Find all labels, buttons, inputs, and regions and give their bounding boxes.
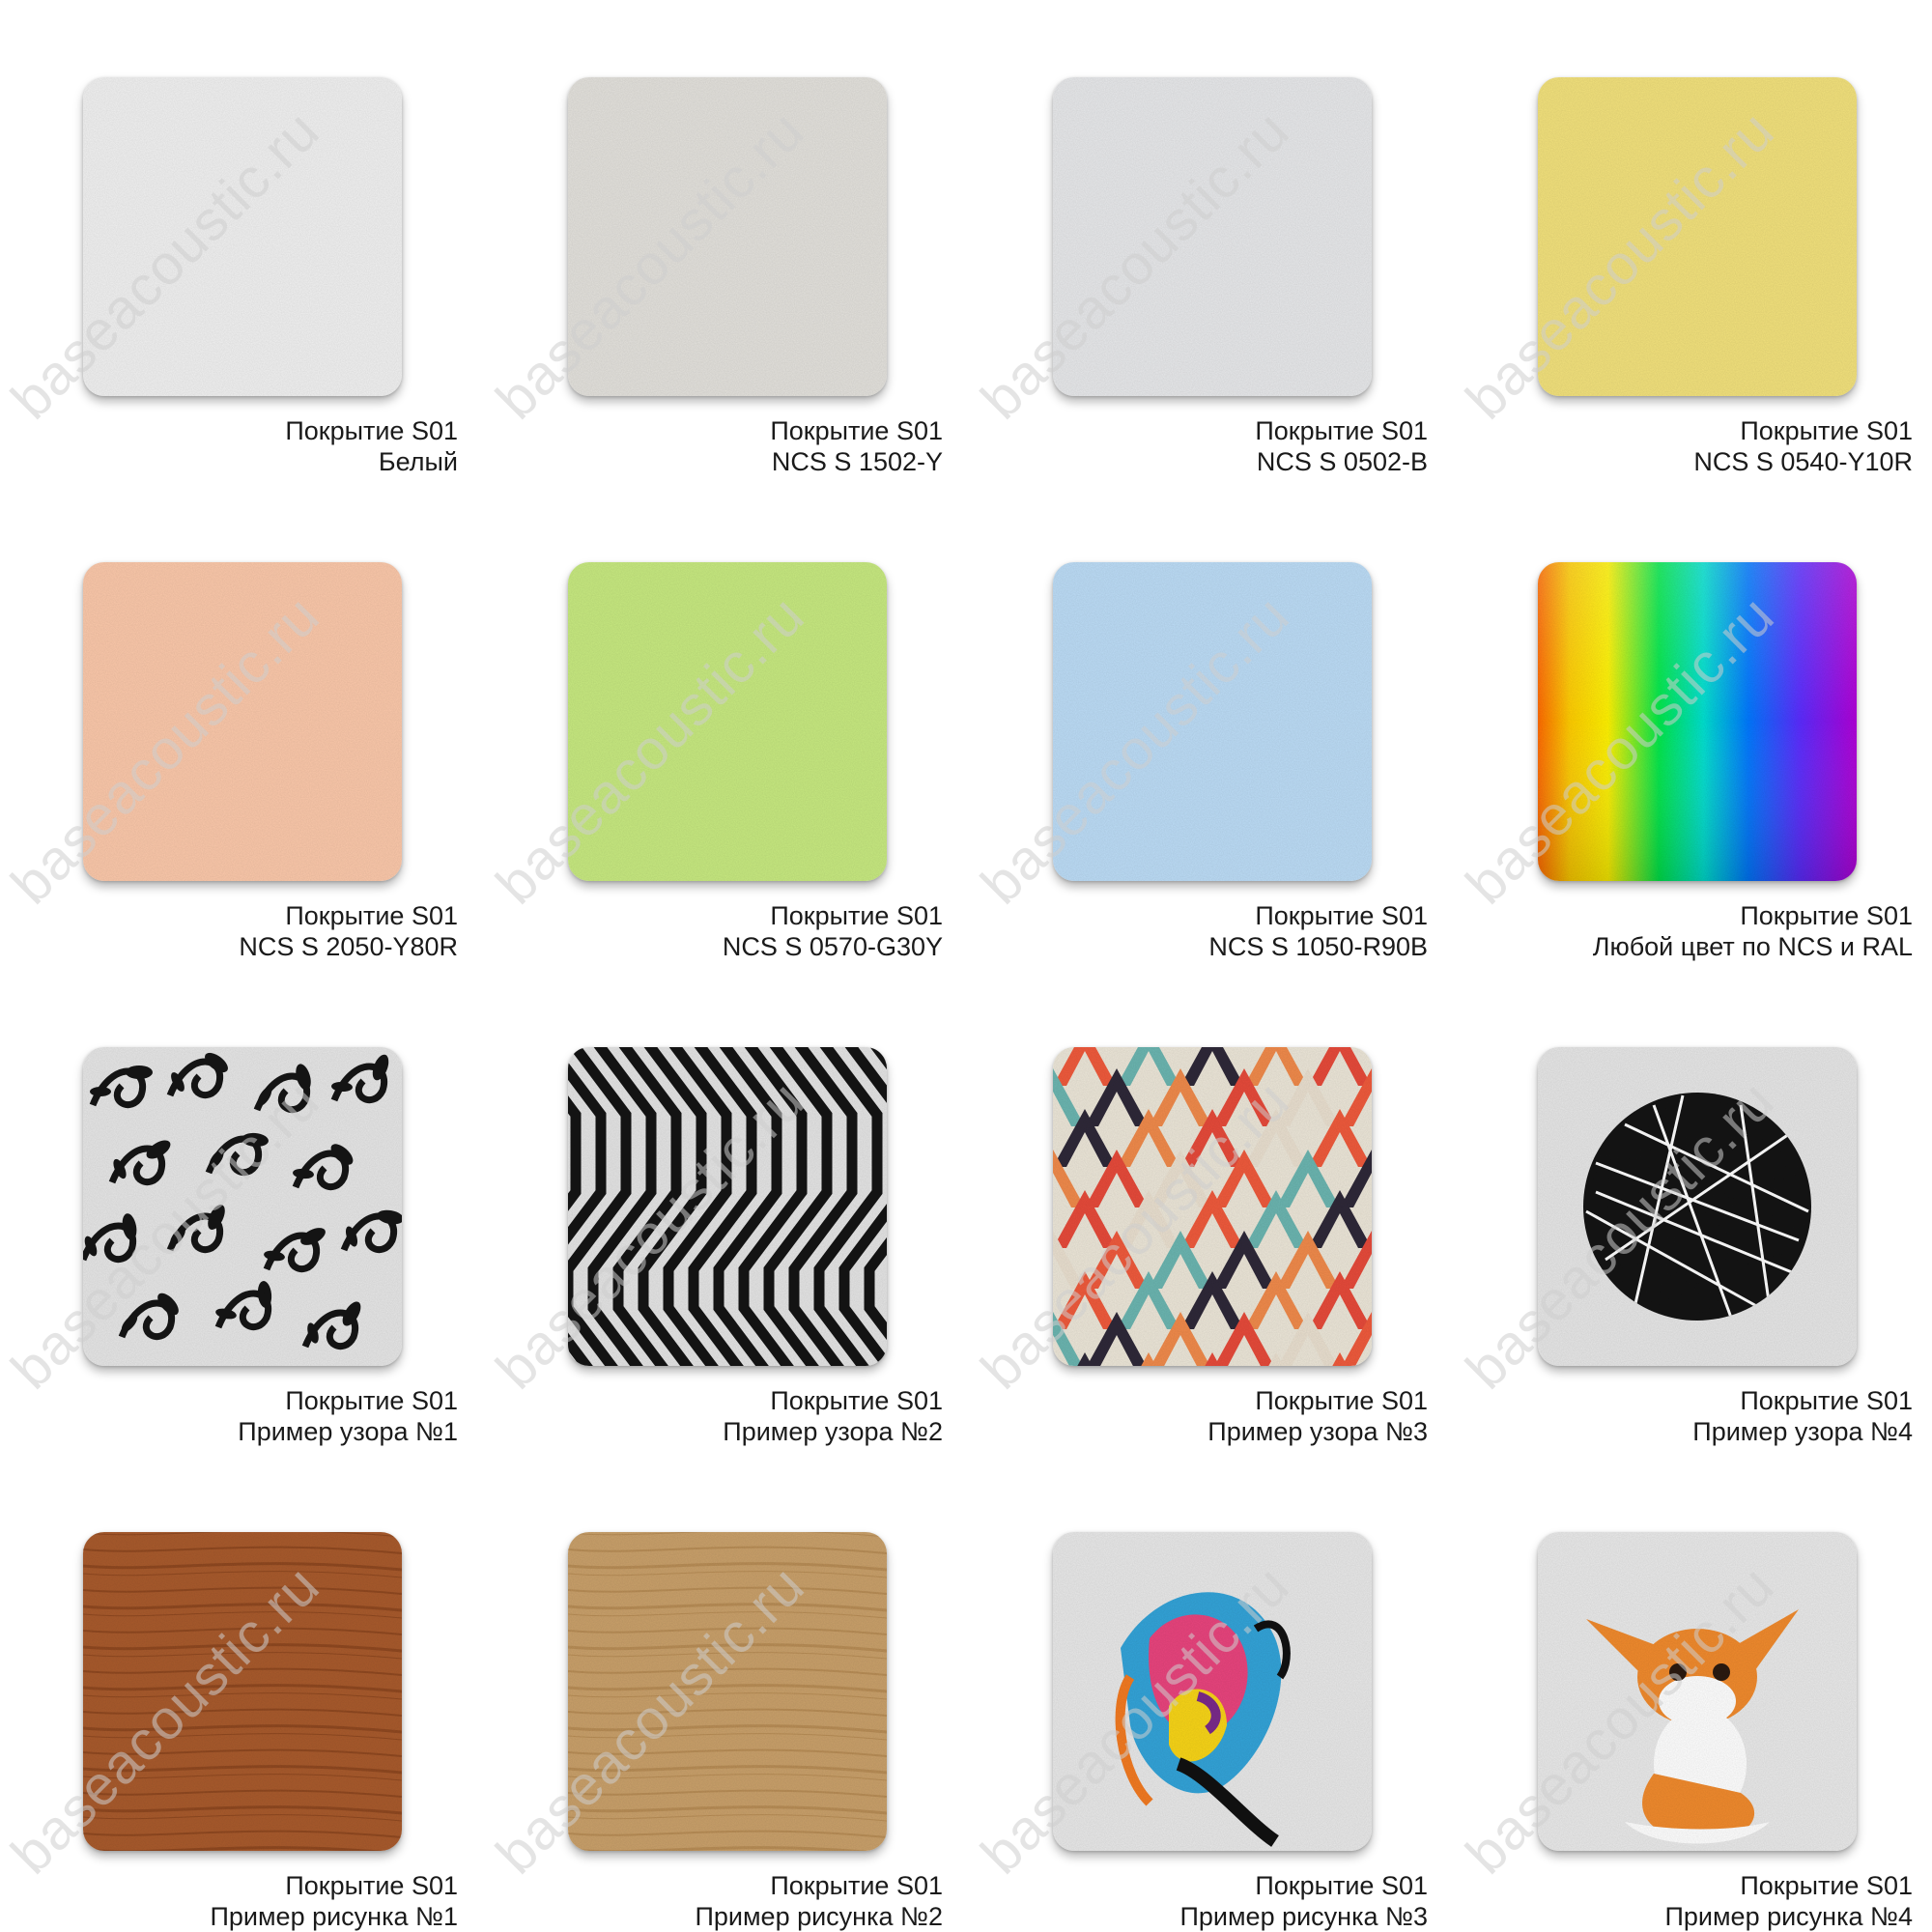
swatch-subtitle: Пример узора №2: [723, 1417, 943, 1446]
swatch-title: Покрытие S01: [770, 901, 943, 930]
swatch-tile-rainbow: [1538, 562, 1857, 881]
swatch-title: Покрытие S01: [1255, 1871, 1428, 1900]
swatch-subtitle: NCS S 1502-Y: [771, 447, 943, 476]
swatch-title: Покрытие S01: [1255, 1386, 1428, 1415]
swatch-subtitle: Пример рисунка №2: [695, 1902, 943, 1931]
swatch-caption: Покрытие S01 NCS S 0502-B: [964, 415, 1428, 477]
swatch-subtitle: Пример узора №4: [1692, 1417, 1913, 1446]
swatch-tile-wood-dark: [83, 1532, 402, 1851]
swatch-title: Покрытие S01: [285, 416, 458, 445]
swatch-caption: Покрытие S01 Пример рисунка №2: [479, 1870, 943, 1932]
swatch-subtitle: Пример рисунка №1: [210, 1902, 458, 1931]
swatch-title: Покрытие S01: [1740, 1871, 1913, 1900]
swatch-title: Покрытие S01: [285, 1871, 458, 1900]
swatch-tile-chevron: [1053, 1047, 1372, 1366]
swatch-tile-solid: [83, 562, 402, 881]
swatch-tile-solid: [1053, 562, 1372, 881]
swatch-tile-stripes: [568, 1047, 887, 1366]
swatch-caption: Покрытие S01 Пример узора №2: [479, 1385, 943, 1447]
swatch-caption: Покрытие S01 Белый: [0, 415, 458, 477]
swatch-subtitle: Пример рисунка №4: [1664, 1902, 1913, 1931]
swatch-caption: Покрытие S01 Пример рисунка №4: [1449, 1870, 1913, 1932]
swatch-title: Покрытие S01: [1255, 901, 1428, 930]
swatch-caption: Покрытие S01 Пример узора №3: [964, 1385, 1428, 1447]
swatch-caption: Покрытие S01 Пример рисунка №3: [964, 1870, 1428, 1932]
swatch-tile-solid: [1538, 77, 1857, 396]
swatch-caption: Покрытие S01 NCS S 2050-Y80R: [0, 900, 458, 962]
swatch-caption: Покрытие S01 NCS S 1050-R90B: [964, 900, 1428, 962]
swatch-title: Покрытие S01: [285, 901, 458, 930]
swatch-title: Покрытие S01: [285, 1386, 458, 1415]
swatch-tile-solid: [568, 77, 887, 396]
swatch-tile-circle: [1538, 1047, 1857, 1366]
swatch-tile-solid: [83, 77, 402, 396]
swatch-subtitle: Любой цвет по NCS и RAL: [1592, 932, 1913, 961]
swatch-title: Покрытие S01: [1740, 416, 1913, 445]
swatch-subtitle: Пример узора №3: [1208, 1417, 1428, 1446]
swatch-tile-floral: [83, 1047, 402, 1366]
swatch-subtitle: Пример рисунка №3: [1179, 1902, 1428, 1931]
swatch-caption: Покрытие S01 NCS S 0570-G30Y: [479, 900, 943, 962]
swatch-tile-face: [1053, 1532, 1372, 1851]
swatch-caption: Покрытие S01 Пример рисунка №1: [0, 1870, 458, 1932]
swatch-subtitle: NCS S 0502-B: [1256, 447, 1428, 476]
swatch-tile-solid: [1053, 77, 1372, 396]
swatch-title: Покрытие S01: [1255, 416, 1428, 445]
swatch-caption: Покрытие S01 NCS S 1502-Y: [479, 415, 943, 477]
swatch-subtitle: NCS S 1050-R90B: [1208, 932, 1428, 961]
swatch-subtitle: Пример узора №1: [238, 1417, 458, 1446]
swatch-title: Покрытие S01: [1740, 1386, 1913, 1415]
swatch-title: Покрытие S01: [770, 416, 943, 445]
swatch-caption: Покрытие S01 NCS S 0540-Y10R: [1449, 415, 1913, 477]
swatch-subtitle: NCS S 0540-Y10R: [1693, 447, 1913, 476]
swatch-title: Покрытие S01: [770, 1871, 943, 1900]
swatch-subtitle: NCS S 2050-Y80R: [239, 932, 458, 961]
swatch-title: Покрытие S01: [1740, 901, 1913, 930]
swatch-subtitle: NCS S 0570-G30Y: [722, 932, 943, 961]
swatch-title: Покрытие S01: [770, 1386, 943, 1415]
swatch-tile-fox: [1538, 1532, 1857, 1851]
swatch-subtitle: Белый: [378, 447, 458, 476]
swatch-caption: Покрытие S01 Пример узора №4: [1449, 1385, 1913, 1447]
swatch-caption: Покрытие S01 Пример узора №1: [0, 1385, 458, 1447]
swatch-tile-wood-light: [568, 1532, 887, 1851]
swatch-tile-solid: [568, 562, 887, 881]
swatch-caption: Покрытие S01 Любой цвет по NCS и RAL: [1449, 900, 1913, 962]
